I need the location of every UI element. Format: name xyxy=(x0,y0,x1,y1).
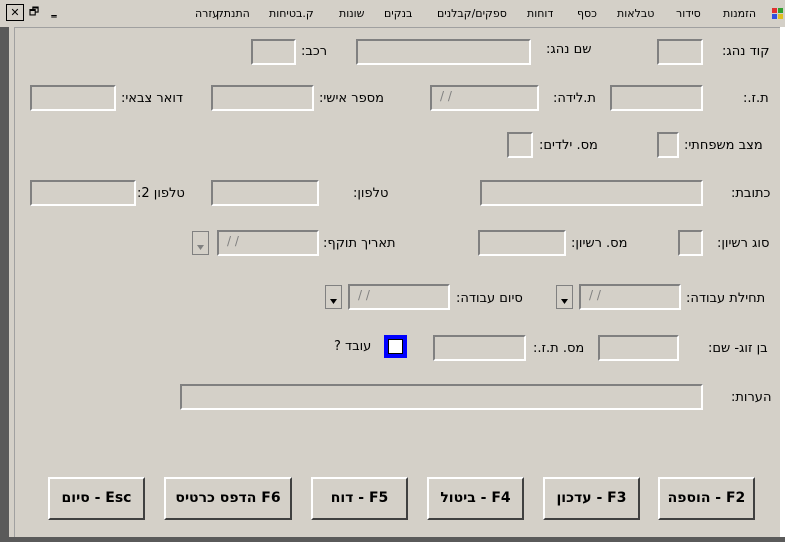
minimize-window-button[interactable]: ‗ xyxy=(46,4,62,19)
vehicle-field[interactable] xyxy=(251,39,296,65)
menu-item-scheduling[interactable]: סידור xyxy=(676,7,701,20)
end-work-dropdown[interactable] xyxy=(325,285,342,309)
license-number-label: מס. רשיון: xyxy=(571,236,628,251)
id-field[interactable] xyxy=(610,85,703,111)
notes-field[interactable] xyxy=(180,384,703,410)
driver-name-field[interactable] xyxy=(356,39,531,65)
address-field[interactable] xyxy=(480,180,703,206)
start-work-label: תחילת עבודה: xyxy=(686,291,766,306)
expiry-date-field[interactable]: / / xyxy=(217,230,319,256)
spouse-name-label: בן זוג- שם: xyxy=(708,341,768,356)
id-label: ת.ז.: xyxy=(743,91,769,106)
license-number-field[interactable] xyxy=(478,230,566,256)
license-type-label: סוג רשיון: xyxy=(717,236,770,251)
spouse-name-field[interactable] xyxy=(598,335,679,361)
phone2-field[interactable] xyxy=(30,180,136,206)
vehicle-label: רכב: xyxy=(301,44,328,59)
print-card-button[interactable]: הדפס כרטיס F6 xyxy=(164,477,292,520)
military-mail-field[interactable] xyxy=(30,85,116,111)
bottom-frame xyxy=(0,537,785,542)
left-frame-inner xyxy=(9,27,15,542)
cancel-button[interactable]: ביטול - F4 xyxy=(427,477,524,520)
menu-item-reports[interactable]: דוחות xyxy=(527,7,553,20)
left-frame xyxy=(0,27,9,542)
driver-code-field[interactable] xyxy=(657,39,703,65)
start-work-dropdown[interactable] xyxy=(556,285,573,309)
marital-status-label: מצב משפחתי: xyxy=(684,138,763,153)
children-count-label: מס. ילדים: xyxy=(539,138,598,153)
close-window-button[interactable]: ✕ xyxy=(6,4,24,21)
restore-window-button[interactable]: 🗗 xyxy=(26,4,42,19)
menu-item-tables[interactable]: טבלאות xyxy=(617,7,654,20)
menu-item-logout[interactable]: התנתק xyxy=(216,7,250,20)
add-button[interactable]: הוספה - F2 xyxy=(658,477,755,520)
birth-date-label: ת.לידה: xyxy=(553,91,596,106)
notes-label: הערות: xyxy=(731,390,772,405)
end-work-label: סיום עבודה: xyxy=(456,291,523,306)
birth-date-field[interactable]: / / xyxy=(430,85,539,111)
expiry-date-label: תאריך תוקף: xyxy=(323,236,396,251)
children-count-field[interactable] xyxy=(507,132,533,158)
end-work-field[interactable]: / / xyxy=(348,284,450,310)
driver-name-label: שם נהג: xyxy=(546,42,592,57)
driver-code-label: קוד נהג: xyxy=(722,44,770,59)
license-type-field[interactable] xyxy=(678,230,703,256)
menu-bar: ✕ 🗗 ‗ עזרה התנתק ק.בטיחות שונות בנקים ספ… xyxy=(0,0,785,28)
start-work-field[interactable]: / / xyxy=(579,284,681,310)
menu-item-money[interactable]: כסף xyxy=(577,7,597,20)
phone-label: טלפון: xyxy=(353,186,389,201)
chevron-down-icon xyxy=(329,294,338,304)
right-frame xyxy=(780,27,785,542)
expiry-date-dropdown[interactable] xyxy=(192,231,209,255)
personal-number-field[interactable] xyxy=(211,85,314,111)
finish-button[interactable]: סיום - Esc xyxy=(48,477,145,520)
menu-item-misc[interactable]: שונות xyxy=(339,7,364,20)
menu-item-safety[interactable]: ק.בטיחות xyxy=(269,7,314,20)
works-label: עובד ? xyxy=(334,339,372,354)
menu-item-suppliers[interactable]: ספקים/קבלנים xyxy=(437,7,507,20)
works-checkbox[interactable] xyxy=(384,335,407,358)
menu-item-orders[interactable]: הזמנות xyxy=(723,7,756,20)
phone-field[interactable] xyxy=(211,180,319,206)
update-button[interactable]: עדכון - F3 xyxy=(543,477,640,520)
phone2-label: טלפון 2: xyxy=(137,186,185,201)
chevron-down-icon xyxy=(560,294,569,304)
marital-status-field[interactable] xyxy=(657,132,679,158)
menu-item-banks[interactable]: בנקים xyxy=(384,7,412,20)
spouse-id-field[interactable] xyxy=(433,335,526,361)
military-mail-label: דואר צבאי: xyxy=(121,91,184,106)
personal-number-label: מספר אישי: xyxy=(319,91,384,106)
address-label: כתובת: xyxy=(731,186,771,201)
spouse-id-label: מס. ת.ז.: xyxy=(533,341,585,356)
chevron-down-icon xyxy=(196,240,205,250)
app-icon xyxy=(772,8,784,20)
report-button[interactable]: דוח - F5 xyxy=(311,477,408,520)
